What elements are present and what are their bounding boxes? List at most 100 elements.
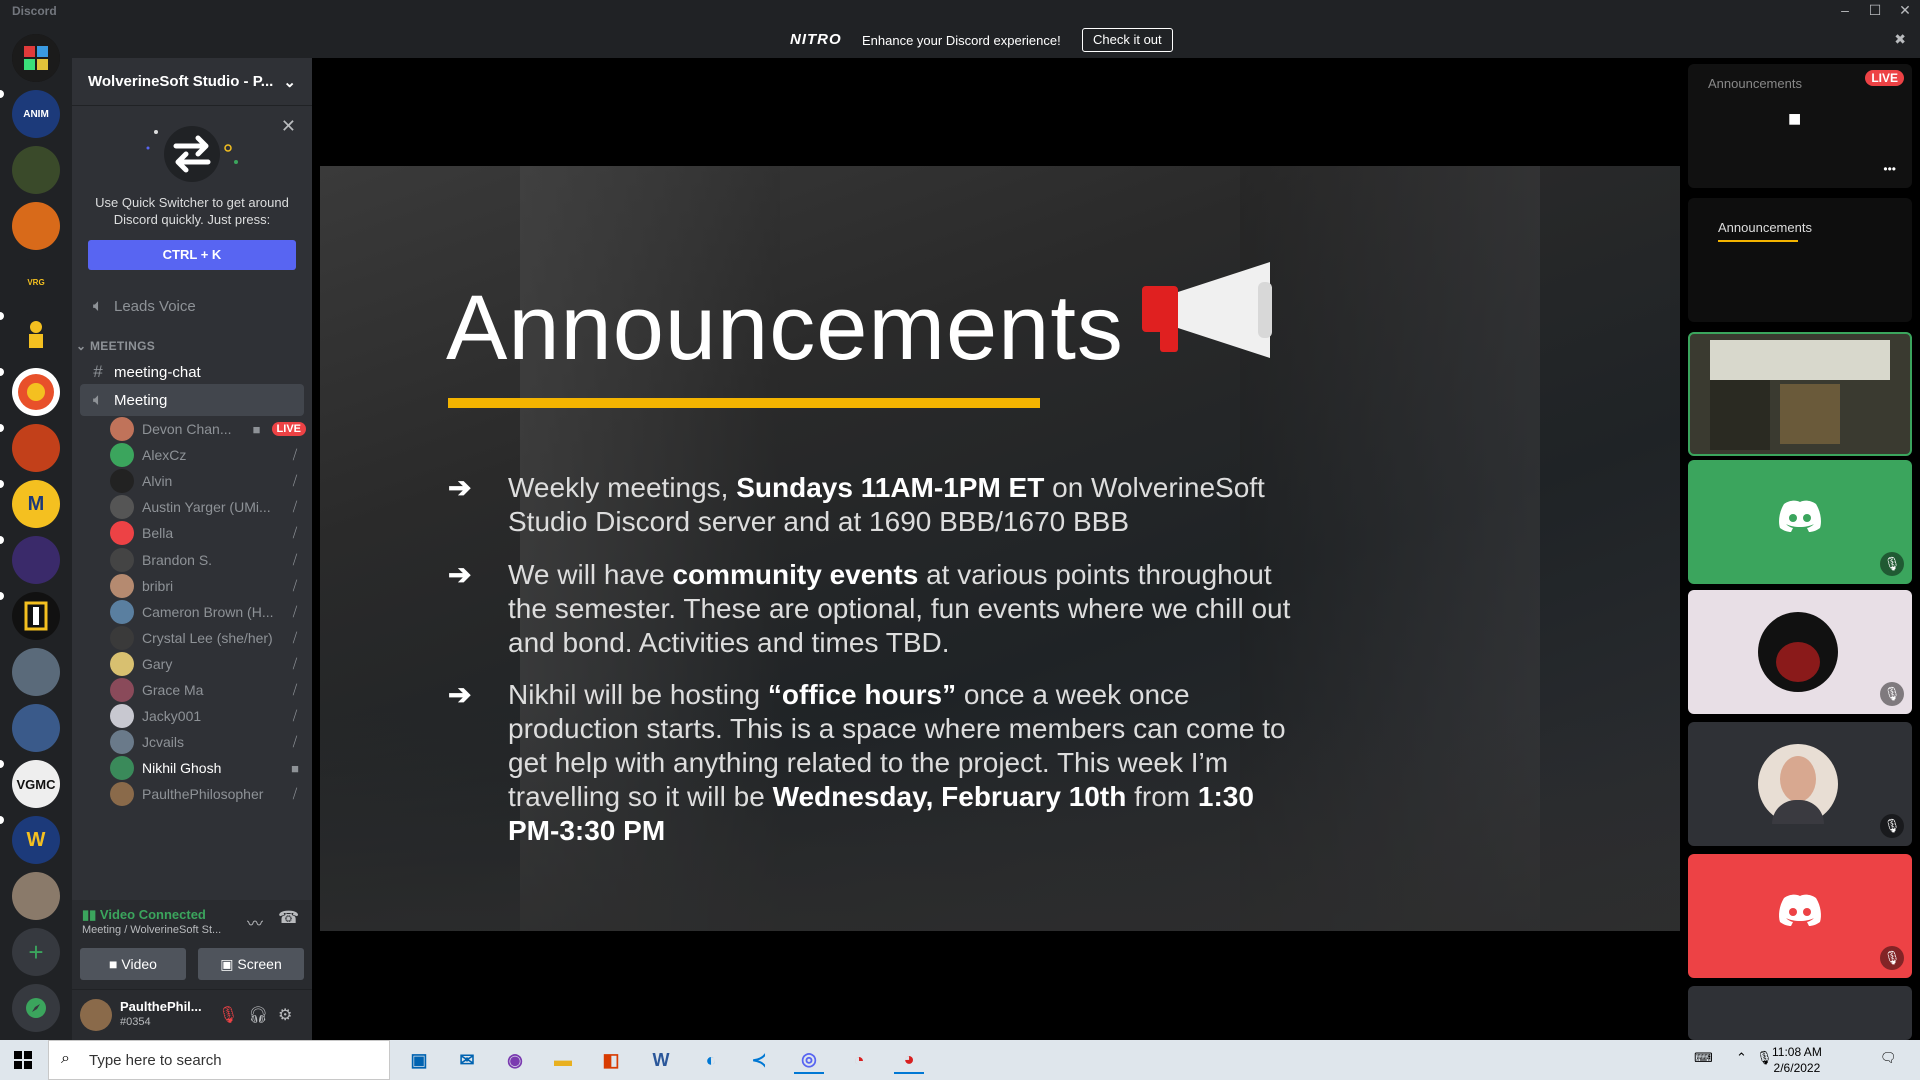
unread-pill <box>0 760 4 768</box>
minimize-button[interactable]: – <box>1830 2 1860 18</box>
stream-tile-live[interactable]: Announcements LIVE ■ ••• <box>1688 64 1912 188</box>
avatar <box>110 443 134 468</box>
gear-icon[interactable]: ⚙ <box>278 1005 292 1025</box>
server-icon-6[interactable] <box>12 312 60 360</box>
category-meetings[interactable]: ⌄ MEETINGS <box>76 339 155 353</box>
switch-arrows-icon <box>132 118 252 190</box>
server-icon-15[interactable]: W <box>12 816 60 864</box>
quick-switcher-tip: ✕ Use Quick Switcher to get around Disco… <box>72 106 312 270</box>
channel-meeting[interactable]: 🔈︎ Meeting <box>80 384 304 416</box>
stream-tile-thumb[interactable]: Announcements <box>1688 198 1912 322</box>
headphones-icon[interactable]: 🎧︎ <box>248 1005 268 1025</box>
user-tag: #0354 <box>120 1016 151 1028</box>
avatar[interactable] <box>80 999 112 1031</box>
muted-mic-icon: ⧸ <box>292 708 298 724</box>
server-header[interactable]: WolverineSoft Studio - P... ⌄ <box>72 58 312 106</box>
server-icon-home[interactable] <box>12 34 60 82</box>
muted-mic-icon: ⧸ <box>292 525 298 541</box>
word-icon[interactable]: W <box>646 1046 676 1074</box>
app-icon-red[interactable]: ◔ <box>844 1046 874 1074</box>
video-tile-green[interactable]: 🎙︎ <box>1688 460 1912 584</box>
taskbar-search[interactable]: ⌕ Type here to search <box>48 1040 390 1080</box>
notification-icon[interactable]: 🗨︎ <box>1880 1050 1897 1066</box>
screen-share-button[interactable]: ▣ Screen <box>198 948 304 980</box>
muted-mic-icon: ⧸ <box>292 734 298 750</box>
server-icon-5[interactable]: VRG <box>12 258 60 306</box>
mail-icon[interactable]: ✉ <box>452 1046 482 1074</box>
discord-taskbar-icon[interactable]: ◎ <box>794 1046 824 1074</box>
nitro-close-icon[interactable]: ✖ <box>1894 31 1906 48</box>
speaker-icon: 🔈︎ <box>92 390 104 409</box>
file-explorer-icon[interactable]: ▬ <box>548 1046 578 1074</box>
video-tile-partial[interactable] <box>1688 986 1912 1040</box>
voice-user-name: Crystal Lee (she/her) <box>142 629 273 646</box>
avatar <box>110 678 134 702</box>
unread-pill <box>0 312 4 320</box>
rtc-status: ▮▮ Video Connected <box>82 907 206 922</box>
clock-date: 2/6/2022 <box>1773 1061 1821 1075</box>
server-icon-16[interactable] <box>12 872 60 920</box>
voice-user-name: AlexCz <box>142 447 187 464</box>
muted-mic-icon: ⧸ <box>292 499 298 515</box>
clock-time: 11:08 AM <box>1772 1045 1822 1059</box>
video-tile-room[interactable] <box>1688 332 1912 456</box>
office-icon[interactable]: ◧ <box>596 1046 626 1074</box>
system-clock[interactable]: 11:08 AM 2/6/2022 <box>1772 1044 1822 1076</box>
quick-switcher-text: Use Quick Switcher to get around Discord… <box>95 195 289 227</box>
podcast-icon[interactable]: ◉ <box>500 1046 530 1074</box>
server-icon-8[interactable] <box>12 424 60 472</box>
server-icon-animation-club[interactable]: ANIM <box>12 90 60 138</box>
video-tile-avatar-1[interactable]: 🎙︎ <box>1688 590 1912 714</box>
server-icon-11[interactable] <box>12 592 60 640</box>
windows-start-icon[interactable] <box>14 1051 32 1069</box>
server-icon-12[interactable] <box>12 648 60 696</box>
unread-pill <box>0 592 4 600</box>
unread-pill <box>0 536 4 544</box>
quick-switcher-shortcut-button[interactable]: CTRL + K <box>88 240 296 270</box>
nitro-banner: NITRO Enhance your Discord experience! C… <box>72 22 1920 58</box>
store-icon[interactable]: ▣ <box>404 1046 434 1074</box>
server-icon-3[interactable] <box>12 146 60 194</box>
disconnect-icon[interactable]: ☎ <box>278 908 299 928</box>
close-window-button[interactable]: ✕ <box>1890 2 1920 19</box>
announcement-bullet-3: ➔ Nikhil will be hosting “office hours” … <box>448 679 1286 846</box>
more-options-icon[interactable]: ••• <box>1883 162 1896 176</box>
voice-user-name: bribri <box>142 577 174 594</box>
avatar <box>110 651 134 676</box>
voice-user[interactable]: PaulthePhilosopher ⧸ <box>110 779 306 809</box>
video-button[interactable]: ■ Video <box>80 948 186 980</box>
video-tile-avatar-2[interactable]: 🎙︎ <box>1688 722 1912 846</box>
explore-servers-icon[interactable] <box>12 984 60 1032</box>
server-icon-10[interactable] <box>12 536 60 584</box>
maximize-button[interactable]: ☐ <box>1860 2 1890 19</box>
server-icon-vgmc[interactable]: VGMC <box>12 760 60 808</box>
thumb-underline <box>1718 240 1798 242</box>
nitro-check-it-out-button[interactable]: Check it out <box>1082 28 1173 52</box>
microphone-icon[interactable]: 🎙︎ <box>1756 1050 1773 1066</box>
server-icon-4[interactable] <box>12 202 60 250</box>
tile-thumb-title: Announcements <box>1718 220 1812 235</box>
muted-mic-icon: ⧸ <box>292 603 298 619</box>
rtc-channel[interactable]: Meeting / WolverineSoft St... <box>82 924 232 936</box>
chrome-icon[interactable]: ◕ <box>894 1046 924 1074</box>
muted-mic-icon: 🎙︎ <box>1880 682 1904 706</box>
keyboard-icon[interactable]: ⌨ <box>1694 1050 1713 1066</box>
server-icon-13[interactable] <box>12 704 60 752</box>
server-icon-7[interactable] <box>12 368 60 416</box>
close-icon[interactable]: ✕ <box>281 116 296 137</box>
edge-icon[interactable]: ◐ <box>696 1046 726 1074</box>
vscode-icon[interactable]: ≺ <box>744 1046 774 1074</box>
noise-suppression-icon[interactable]: 〰 <box>247 910 263 934</box>
announcement-bullet-2: ➔ We will have community events at vario… <box>448 559 1291 658</box>
chevron-down-icon: ⌄ <box>283 73 296 91</box>
video-tile-red[interactable]: 🎙︎ <box>1688 854 1912 978</box>
mute-mic-icon[interactable]: 🎙︎ <box>218 1005 238 1025</box>
add-server-icon[interactable]: + <box>12 928 60 976</box>
server-icon-9[interactable]: M <box>12 480 60 528</box>
stream-stage[interactable]: Announcements ➔ Weekly meetings, Sundays… <box>312 58 1680 1040</box>
channel-leads-voice[interactable]: 🔈︎ Leads Voice <box>80 290 304 322</box>
voice-user-name: Austin Yarger (UMi... <box>142 499 271 516</box>
tile-thumb-title: Announcements <box>1708 76 1802 91</box>
muted-mic-icon: 🎙︎ <box>1880 814 1904 838</box>
chevron-up-icon[interactable]: ⌃ <box>1736 1050 1747 1066</box>
